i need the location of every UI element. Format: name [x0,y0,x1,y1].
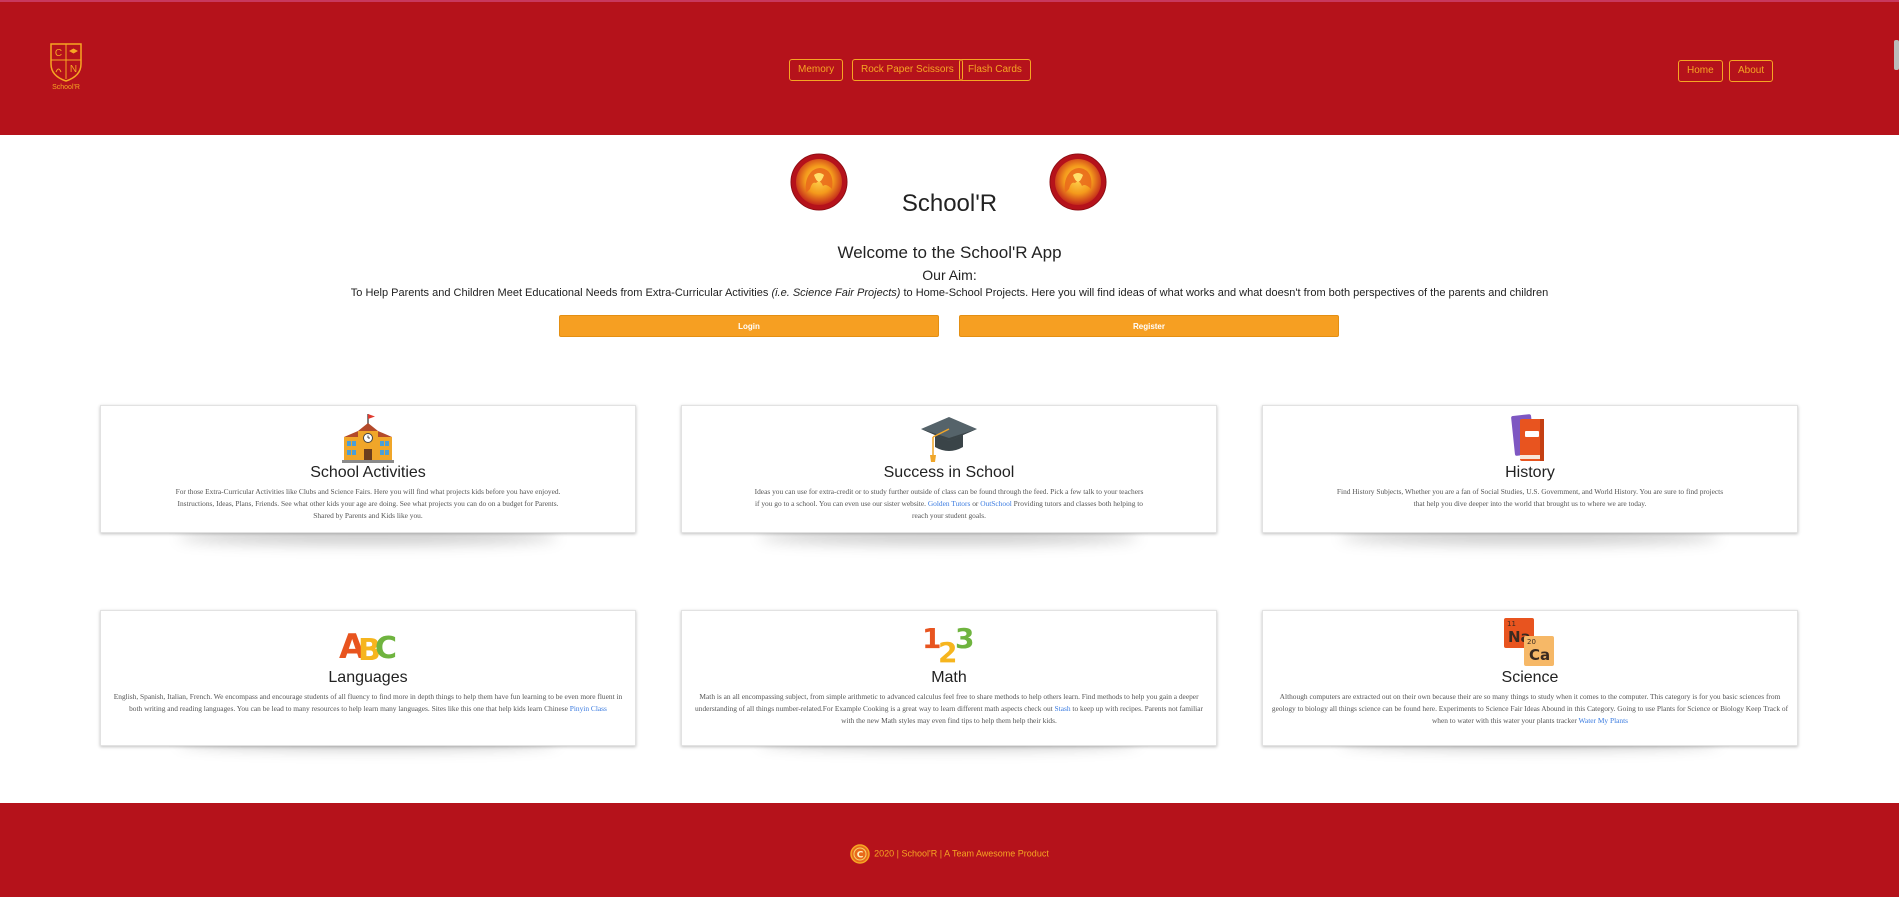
card-title: Math [931,669,967,686]
c-coin-icon: C [850,844,870,864]
register-button[interactable]: Register [959,315,1339,337]
card-math[interactable]: 1 2 3 Math Math is an all encompassing s… [681,610,1217,746]
golden-tutors-link[interactable]: Golden Tutors [928,499,971,508]
graduation-cap-icon [921,417,977,462]
aim-text-part: to Home-School Projects. Here you will f… [900,287,1549,299]
abc-icon: A B C [339,627,397,668]
element-number: 20 [1527,638,1536,646]
nav-rock-paper-scissors-button[interactable]: Rock Paper Scissors [852,59,963,81]
card-languages[interactable]: A B C Languages English, Spanish, Italia… [100,610,636,746]
stash-link[interactable]: Stash [1055,704,1071,713]
outschool-link[interactable]: OutSchool [980,499,1012,508]
card-text: Although computers are extracted out on … [1263,687,1797,733]
crest-icon: C N [50,43,82,82]
site-footer: C 2020 | School'R | A Team Awesome Produ… [0,803,1899,897]
card-text-part: Although computers are extracted out on … [1271,692,1789,725]
welcome-heading: Welcome to the School'R App [837,243,1062,262]
aim-text-example: (i.e. Science Fair Projects) [771,287,901,299]
numbers-123-icon: 1 2 3 [922,622,974,668]
page-title: School'R [901,190,998,217]
nav-flash-cards-button[interactable]: Flash Cards [959,59,1031,81]
card-text: Math is an all encompassing subject, fro… [682,687,1216,733]
element-number: 11 [1507,620,1516,628]
nav-home-button[interactable]: Home [1678,60,1723,82]
scrollbar-thumb[interactable] [1894,40,1899,70]
crest-letter-n: N [70,64,77,75]
login-button[interactable]: Login [559,315,939,337]
card-school-activities[interactable]: School Activities For those Extra-Curric… [100,405,636,533]
card-text-part: or [970,499,981,508]
books-icon [1511,414,1544,461]
aim-text: To Help Parents and Children Meet Educat… [0,287,1899,299]
card-text: Find History Subjects, Whether you are a… [1336,487,1724,508]
card-text: For those Extra-Curricular Activities li… [175,487,561,520]
element-symbol: Ca [1529,646,1550,664]
svg-text:C: C [857,851,864,861]
nav-memory-button[interactable]: Memory [789,59,844,81]
card-text: Ideas you can use for extra-credit or to… [682,482,1216,528]
school-building-icon [342,414,394,463]
site-logo[interactable]: C N School'R [46,42,86,91]
card-text: English, Spanish, Italian, French. We en… [101,687,635,721]
svg-text:3: 3 [955,622,974,655]
logo-text: School'R [52,84,80,91]
svg-text:C: C [375,631,397,666]
card-science[interactable]: 11 Na 20 Ca Science Although computers a… [1262,610,1798,746]
card-title: Success in School [883,464,1015,481]
card-title: Languages [328,669,408,686]
card-title: Science [1501,669,1559,686]
card-title: History [1505,464,1555,481]
footer-line: C 2020 | School'R | A Team Awesome Produ… [0,844,1899,864]
crest-letter-c: C [55,48,62,59]
site-header: C N School'R Memory Rock Paper Scissors … [0,2,1899,135]
aim-heading: Our Aim: [922,267,977,283]
pinyin-class-link[interactable]: Pinyin Class [570,704,607,713]
card-history[interactable]: History Find History Subjects, Whether y… [1262,405,1798,533]
card-title: School Activities [310,464,426,481]
aim-text-part: To Help Parents and Children Meet Educat… [350,287,772,299]
footer-text: 2020 | School'R | A Team Awesome Product [874,848,1049,859]
periodic-elements-icon: 11 Na 20 Ca [1504,618,1554,666]
card-success-in-school[interactable]: Success in School Ideas you can use for … [681,405,1217,533]
card-text-part: English, Spanish, Italian, French. We en… [113,692,623,713]
water-my-plants-link[interactable]: Water My Plants [1579,716,1629,725]
nav-about-button[interactable]: About [1729,60,1774,82]
